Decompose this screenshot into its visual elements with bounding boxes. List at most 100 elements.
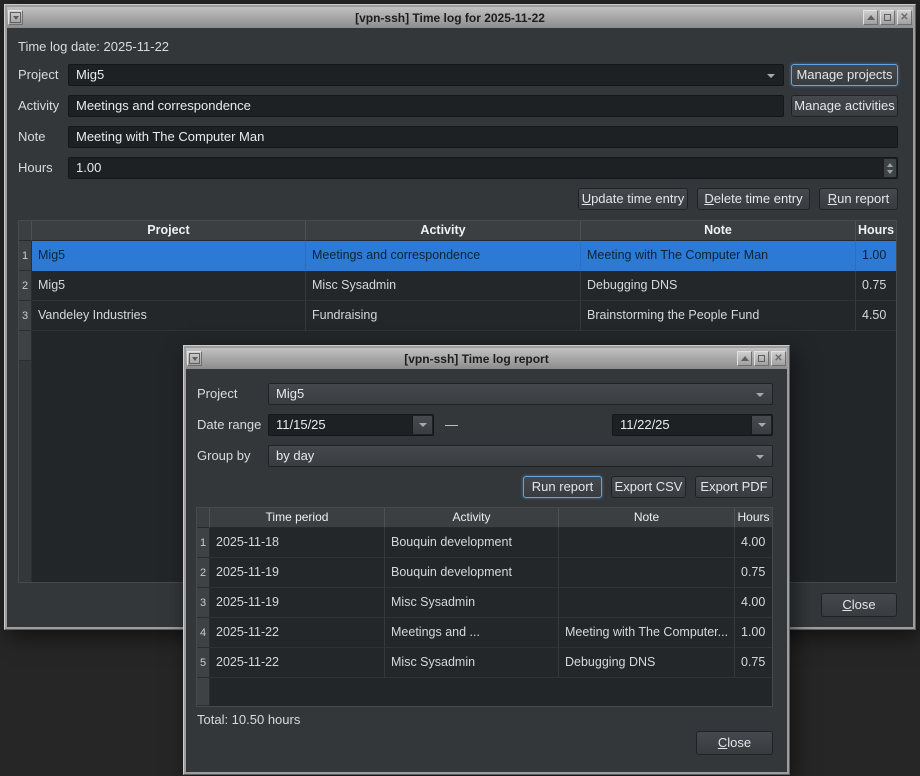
close-icon: ✕ bbox=[774, 354, 782, 364]
window-menu-icon bbox=[10, 12, 21, 23]
row-number: 2 bbox=[19, 271, 32, 301]
cell-activity: Bouquin development bbox=[385, 558, 559, 588]
table-row[interactable]: 3 2025-11-19 Misc Sysadmin 4.00 bbox=[197, 588, 772, 618]
cell-note bbox=[559, 558, 735, 588]
report-table: Time period Activity Note Hours 1 2025-1… bbox=[196, 507, 773, 707]
column-header-project[interactable]: Project bbox=[32, 221, 306, 241]
shade-icon bbox=[867, 15, 875, 20]
project-combobox[interactable]: Mig5 bbox=[68, 64, 784, 86]
delete-time-entry-button[interactable]: Delete time entry bbox=[697, 188, 810, 210]
update-time-entry-button[interactable]: Update time entry bbox=[578, 188, 688, 210]
date-dropdown-button[interactable] bbox=[412, 416, 432, 434]
row-number: 1 bbox=[19, 241, 32, 271]
column-header-hours[interactable]: Hours bbox=[856, 221, 896, 241]
dropdown-arrow-icon bbox=[756, 455, 764, 459]
column-header-note[interactable]: Note bbox=[559, 508, 735, 528]
cell-time-period: 2025-11-18 bbox=[210, 528, 385, 558]
note-input[interactable]: Meeting with The Computer Man bbox=[68, 126, 898, 148]
activity-label: Activity bbox=[18, 95, 59, 117]
close-window-button[interactable]: ✕ bbox=[771, 351, 786, 366]
maximize-button[interactable] bbox=[880, 10, 895, 25]
column-header-activity[interactable]: Activity bbox=[306, 221, 581, 241]
maximize-icon bbox=[884, 14, 891, 21]
window-menu-button[interactable] bbox=[8, 10, 23, 25]
column-header-time-period[interactable]: Time period bbox=[210, 508, 385, 528]
report-close-button[interactable]: Close bbox=[696, 731, 773, 755]
spinner-buttons[interactable] bbox=[883, 159, 896, 177]
cell-activity: Misc Sysadmin bbox=[385, 648, 559, 678]
shade-button[interactable] bbox=[737, 351, 752, 366]
titlebar-buttons: ✕ bbox=[863, 10, 912, 25]
close-window-button[interactable]: ✕ bbox=[897, 10, 912, 25]
column-header-note[interactable]: Note bbox=[581, 221, 856, 241]
window-menu-button[interactable] bbox=[187, 351, 202, 366]
cell-hours: 0.75 bbox=[735, 558, 772, 588]
date-to-value: 11/22/25 bbox=[620, 417, 670, 432]
group-by-combobox[interactable]: by day bbox=[268, 445, 773, 467]
date-dropdown-button[interactable] bbox=[751, 416, 771, 434]
cell-note: Meeting with The Computer Man bbox=[581, 241, 856, 271]
table-header-row: Project Activity Note Hours bbox=[19, 221, 896, 241]
date-to-picker[interactable]: 11/22/25 bbox=[612, 414, 773, 436]
report-project-combobox[interactable]: Mig5 bbox=[268, 383, 773, 405]
cell-note bbox=[559, 528, 735, 558]
maximize-button[interactable] bbox=[754, 351, 769, 366]
window-menu-icon bbox=[189, 353, 200, 364]
cell-hours: 1.00 bbox=[856, 241, 896, 271]
table-row[interactable]: 2 Mig5 Misc Sysadmin Debugging DNS 0.75 bbox=[19, 271, 896, 301]
row-number: 2 bbox=[197, 558, 210, 588]
row-number: 5 bbox=[197, 648, 210, 678]
table-row[interactable]: 1 Mig5 Meetings and correspondence Meeti… bbox=[19, 241, 896, 271]
spin-up-icon bbox=[887, 163, 893, 167]
report-titlebar[interactable]: [vpn-ssh] Time log report ✕ bbox=[186, 348, 787, 369]
table-row[interactable]: 3 Vandeley Industries Fundraising Brains… bbox=[19, 301, 896, 331]
cell-activity: Misc Sysadmin bbox=[306, 271, 581, 301]
column-header-hours[interactable]: Hours bbox=[735, 508, 772, 528]
table-row[interactable]: 2 2025-11-19 Bouquin development 0.75 bbox=[197, 558, 772, 588]
export-pdf-button[interactable]: Export PDF bbox=[695, 476, 773, 498]
table-header-row: Time period Activity Note Hours bbox=[197, 508, 772, 528]
row-number: 3 bbox=[19, 301, 32, 331]
project-value: Mig5 bbox=[76, 67, 104, 82]
dropdown-arrow-icon bbox=[419, 423, 427, 427]
manage-activities-button[interactable]: Manage activities bbox=[791, 95, 898, 117]
shade-button[interactable] bbox=[863, 10, 878, 25]
table-row[interactable]: 4 2025-11-22 Meetings and ... Meeting wi… bbox=[197, 618, 772, 648]
cell-note: Debugging DNS bbox=[559, 648, 735, 678]
cell-hours: 4.00 bbox=[735, 588, 772, 618]
cell-project: Mig5 bbox=[32, 241, 306, 271]
cell-hours: 0.75 bbox=[856, 271, 896, 301]
export-csv-button[interactable]: Export CSV bbox=[611, 476, 686, 498]
table-row[interactable]: 5 2025-11-22 Misc Sysadmin Debugging DNS… bbox=[197, 648, 772, 678]
main-window-title: [vpn-ssh] Time log for 2025-11-22 bbox=[47, 11, 853, 25]
row-header-stub bbox=[197, 678, 209, 706]
dropdown-arrow-icon bbox=[767, 74, 775, 78]
cell-hours: 4.50 bbox=[856, 301, 896, 331]
main-titlebar[interactable]: [vpn-ssh] Time log for 2025-11-22 ✕ bbox=[7, 7, 913, 28]
cell-activity: Meetings and ... bbox=[385, 618, 559, 648]
cell-time-period: 2025-11-22 bbox=[210, 648, 385, 678]
row-header-stub bbox=[19, 331, 31, 361]
spin-down-icon bbox=[887, 170, 893, 174]
date-from-value: 11/15/25 bbox=[276, 417, 326, 432]
cell-time-period: 2025-11-22 bbox=[210, 618, 385, 648]
row-number: 1 bbox=[197, 528, 210, 558]
date-from-picker[interactable]: 11/15/25 bbox=[268, 414, 434, 436]
close-button[interactable]: Close bbox=[821, 593, 897, 617]
manage-projects-button[interactable]: Manage projects bbox=[791, 64, 898, 86]
report-content: Project Mig5 Date range 11/15/25 — 11/22… bbox=[186, 369, 787, 772]
row-number: 4 bbox=[197, 618, 210, 648]
run-report-button[interactable]: Run report bbox=[819, 188, 898, 210]
hours-spinbox[interactable]: 1.00 bbox=[68, 157, 898, 179]
table-row[interactable]: 1 2025-11-18 Bouquin development 4.00 bbox=[197, 528, 772, 558]
row-header-strip bbox=[197, 678, 210, 706]
close-icon: ✕ bbox=[900, 13, 908, 23]
cell-hours: 4.00 bbox=[735, 528, 772, 558]
report-run-report-button[interactable]: Run report bbox=[523, 476, 602, 498]
column-header-activity[interactable]: Activity bbox=[385, 508, 559, 528]
project-label: Project bbox=[197, 383, 237, 405]
project-label: Project bbox=[18, 64, 58, 86]
activity-input[interactable]: Meetings and correspondence bbox=[68, 95, 784, 117]
cell-note: Meeting with The Computer... bbox=[559, 618, 735, 648]
cell-time-period: 2025-11-19 bbox=[210, 558, 385, 588]
